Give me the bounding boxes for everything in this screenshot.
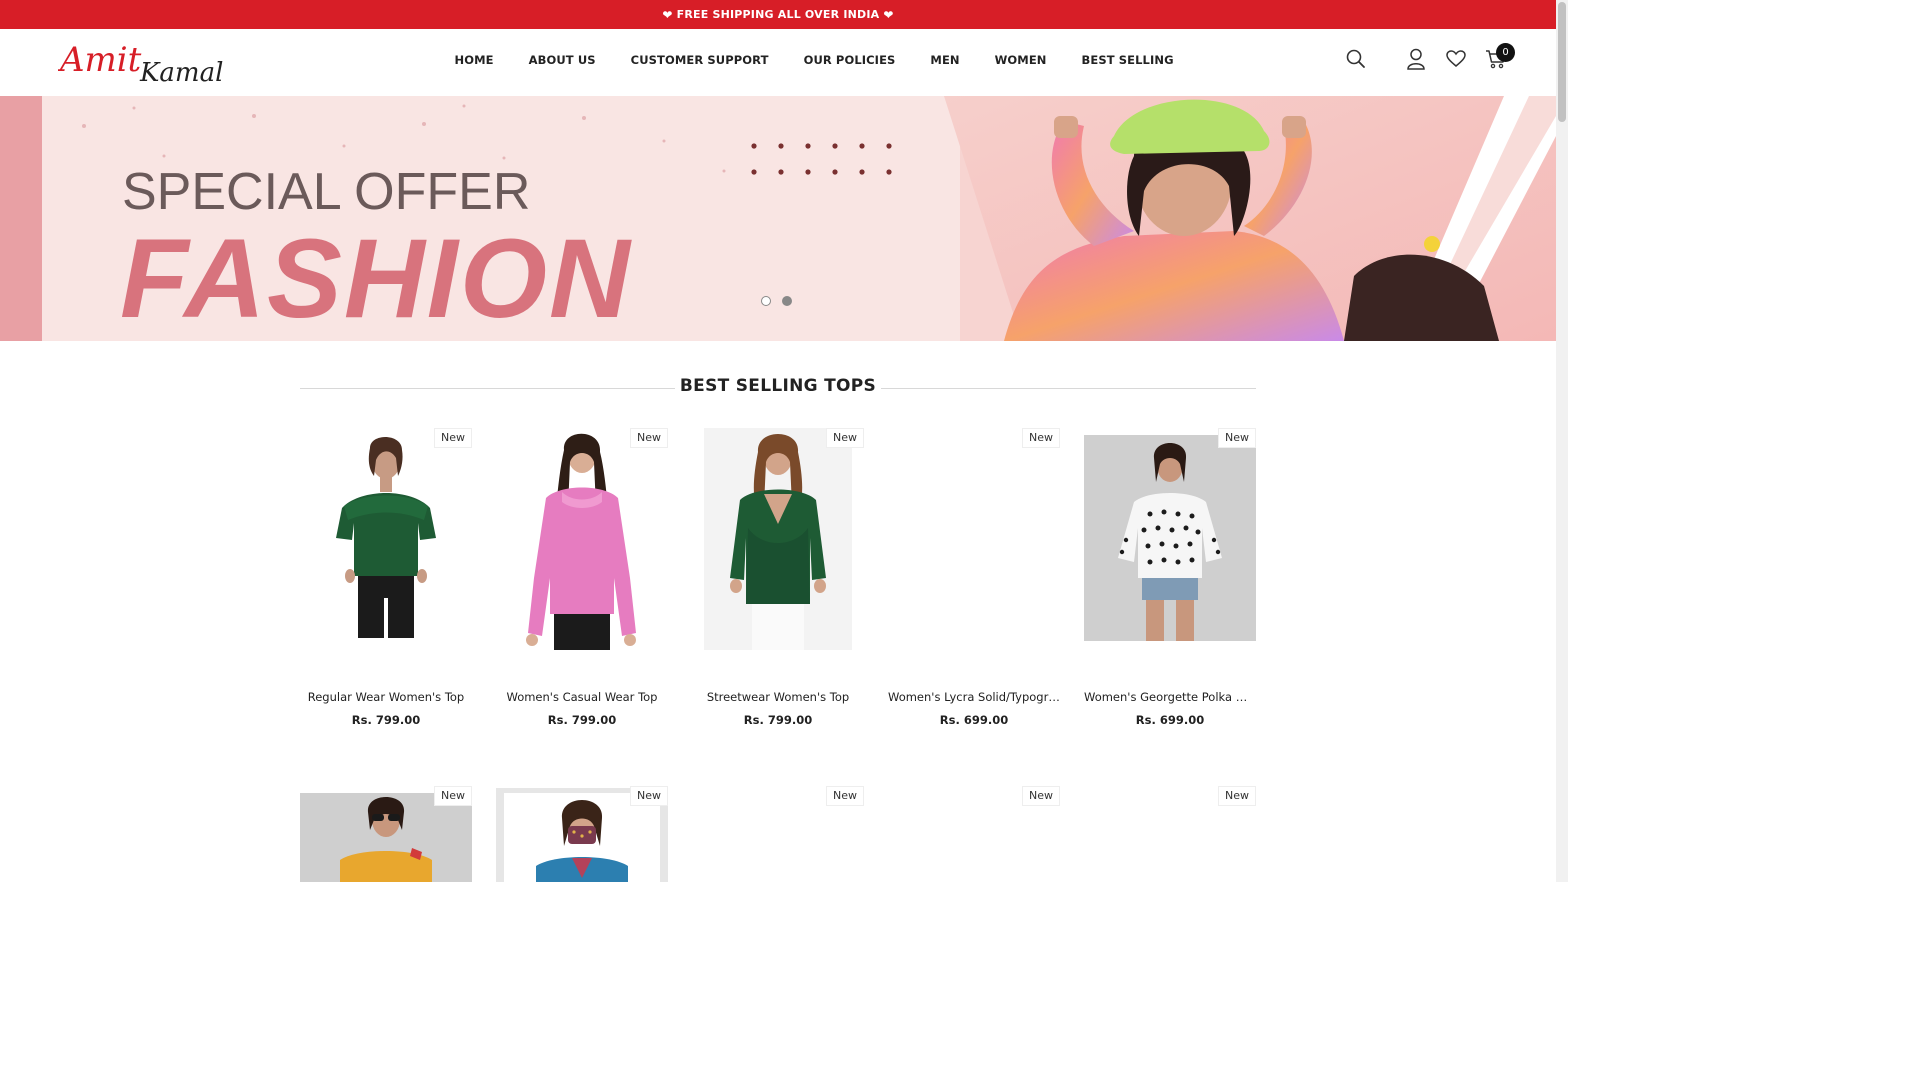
product-image[interactable]: New (888, 428, 1060, 668)
cart-count-badge: 0 (1496, 43, 1515, 62)
section-title: BEST SELLING TOPS (679, 376, 877, 396)
page-scrollbar[interactable] (1556, 0, 1568, 882)
product-card[interactable]: New (1084, 786, 1256, 882)
heart-icon: ❤ (662, 7, 673, 22)
product-image[interactable]: New (888, 786, 1060, 882)
product-price: Rs. 799.00 (547, 713, 617, 727)
product-title[interactable]: Streetwear Women's Top (692, 690, 864, 704)
product-photo (704, 428, 852, 650)
search-icon[interactable] (1343, 46, 1369, 72)
main-nav: HOME ABOUT US CUSTOMER SUPPORT OUR POLIC… (437, 29, 1191, 91)
new-badge: New (1022, 428, 1060, 448)
product-image[interactable]: New (1084, 428, 1256, 668)
product-image[interactable]: New (692, 786, 864, 882)
new-badge: New (434, 786, 472, 806)
product-card[interactable]: New Women's Georgette Polka Dot Print To… (1084, 428, 1256, 727)
product-card[interactable]: New Regular Wear Women's Top Rs. 799.00 (300, 428, 472, 727)
product-image[interactable]: New (496, 428, 668, 668)
nav-women[interactable]: WOMEN (977, 53, 1064, 67)
product-card[interactable]: New Women's Lycra Solid/Typographic Top … (888, 428, 1060, 727)
product-image[interactable]: New (1084, 786, 1256, 882)
slide-dot-1[interactable] (761, 296, 771, 306)
heart-icon[interactable] (1443, 46, 1469, 72)
product-title[interactable]: Regular Wear Women's Top (300, 690, 472, 704)
banner-slider-dots (761, 296, 792, 306)
new-badge: New (630, 786, 668, 806)
site-header: Amit Kamal HOME ABOUT US CUSTOMER SUPPOR… (0, 29, 1556, 96)
heart-icon: ❤ (883, 7, 894, 22)
banner-headline: SPECIAL OFFER (122, 163, 531, 221)
product-title[interactable]: Women's Casual Wear Top (496, 690, 668, 704)
product-card[interactable]: New Streetwear Women's Top Rs. 799.00 (692, 428, 864, 727)
brand-logo[interactable]: Amit Kamal (57, 39, 244, 89)
nav-men[interactable]: MEN (913, 53, 977, 67)
nav-best-selling[interactable]: BEST SELLING (1064, 53, 1191, 67)
new-badge: New (1218, 428, 1256, 448)
logo-text-amit: Amit (58, 40, 142, 80)
logo-text-kamal: Kamal (139, 58, 223, 88)
banner-model-photo (944, 96, 1556, 341)
section-header: BEST SELLING TOPS (300, 376, 1256, 400)
product-price: Rs. 699.00 (939, 713, 1009, 727)
product-image[interactable]: New (300, 428, 472, 668)
new-badge: New (1218, 786, 1256, 806)
product-title[interactable]: Women's Lycra Solid/Typographic Top (888, 690, 1060, 704)
banner-stripe (0, 96, 42, 341)
announcement-bar: ❤ FREE SHIPPING ALL OVER INDIA ❤ (0, 0, 1556, 29)
user-icon[interactable] (1403, 46, 1429, 72)
product-price: Rs. 799.00 (351, 713, 421, 727)
product-card[interactable]: New Women's Casual Wear Top Rs. 799.00 (496, 428, 668, 727)
product-card[interactable]: New (888, 786, 1060, 882)
product-card[interactable]: New (496, 786, 668, 882)
product-image[interactable]: New (300, 786, 472, 882)
product-image[interactable]: New (496, 786, 668, 882)
new-badge: New (826, 428, 864, 448)
scrollbar-thumb[interactable] (1558, 2, 1566, 122)
product-price: Rs. 699.00 (1135, 713, 1205, 727)
announcement-text: FREE SHIPPING ALL OVER INDIA (676, 8, 880, 21)
nav-customer-support[interactable]: CUSTOMER SUPPORT (613, 53, 786, 67)
new-badge: New (434, 428, 472, 448)
product-photo (336, 436, 436, 638)
slide-dot-2[interactable] (782, 296, 792, 306)
banner-title: FASHION (120, 216, 632, 341)
new-badge: New (1022, 786, 1060, 806)
product-card[interactable]: New (692, 786, 864, 882)
product-price: Rs. 799.00 (743, 713, 813, 727)
product-photo (1084, 435, 1256, 641)
product-card[interactable]: New (300, 786, 472, 882)
product-image[interactable]: New (692, 428, 864, 668)
new-badge: New (826, 786, 864, 806)
nav-about-us[interactable]: ABOUT US (511, 53, 613, 67)
nav-our-policies[interactable]: OUR POLICIES (786, 53, 913, 67)
nav-home[interactable]: HOME (437, 53, 511, 67)
new-badge: New (630, 428, 668, 448)
product-photo (516, 428, 648, 650)
product-title[interactable]: Women's Georgette Polka Dot Print Top (1084, 690, 1256, 704)
